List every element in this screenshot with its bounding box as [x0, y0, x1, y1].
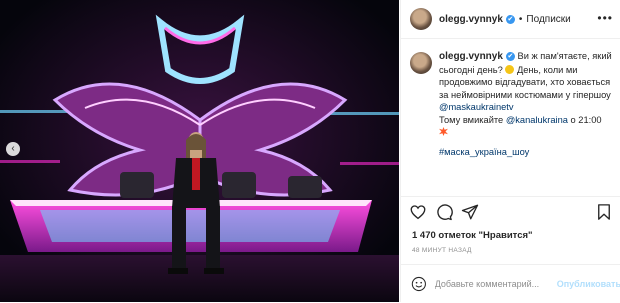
- mention-maskaukrainetv-link[interactable]: @maskaukrainetv: [439, 102, 514, 112]
- author-avatar[interactable]: [410, 8, 432, 30]
- separator-dot: •: [518, 13, 523, 25]
- following-button[interactable]: Подписки: [526, 14, 570, 25]
- collision-emoji-icon: [439, 127, 448, 136]
- smiling-face-emoji-icon: [505, 64, 515, 74]
- likes-count[interactable]: 1 470 отметок "Нравится": [412, 230, 533, 241]
- post-side-panel: olegg.vynnyk ✔ • Подписки ••• olegg.vynn…: [400, 0, 620, 302]
- hashtag-link[interactable]: #маска_україна_шоу: [439, 146, 614, 159]
- caption-text: olegg.vynnyk ✔ Ви ж пам'ятаєте, який сьог…: [439, 50, 614, 158]
- mention-kanalukraina-link[interactable]: @kanalukraina: [506, 115, 568, 125]
- post-action-bar: [401, 196, 620, 227]
- publish-button[interactable]: Опубликовать: [557, 279, 620, 289]
- caption-sentence-4: о 21:00: [567, 114, 602, 125]
- add-comment-bar: Опубликовать: [401, 264, 620, 303]
- verified-badge-icon: ✔: [505, 14, 515, 24]
- caption-verified-badge-icon: ✔: [505, 52, 515, 62]
- share-icon[interactable]: [461, 203, 479, 221]
- caption-sentence-3: Тому вмикайте: [439, 114, 506, 125]
- post-timestamp[interactable]: 48 минут назад: [412, 247, 472, 254]
- post-photo[interactable]: ‹: [0, 0, 399, 302]
- caption-block: olegg.vynnyk ✔ Ви ж пам'ятаєте, який сьог…: [410, 50, 614, 158]
- caption-username[interactable]: olegg.vynnyk: [439, 51, 503, 62]
- previous-photo-button[interactable]: ‹: [6, 142, 20, 156]
- comment-icon[interactable]: [435, 203, 453, 221]
- stage-illustration: [0, 0, 399, 302]
- comment-input[interactable]: [434, 279, 553, 289]
- more-options-icon[interactable]: •••: [597, 12, 613, 24]
- caption-avatar[interactable]: [410, 52, 432, 74]
- post-header: olegg.vynnyk ✔ • Подписки •••: [401, 0, 620, 39]
- author-username[interactable]: olegg.vynnyk: [439, 14, 503, 25]
- emoji-picker-icon[interactable]: [411, 276, 427, 292]
- instagram-post: ‹ olegg.vynnyk ✔ • Подписки ••• olegg.vy…: [0, 0, 620, 302]
- bookmark-icon[interactable]: [595, 203, 613, 221]
- heart-icon[interactable]: [409, 203, 427, 221]
